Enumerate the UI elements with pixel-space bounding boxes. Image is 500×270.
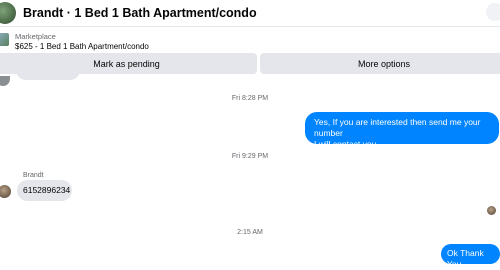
sender-avatar — [0, 76, 10, 86]
message-bubble-incoming[interactable]: 6152896234 — [17, 180, 72, 201]
message-bubble-outgoing[interactable]: Ok Thank You — [441, 244, 500, 269]
message-bubble-outgoing[interactable]: Yes, If you are interested then send me … — [305, 112, 499, 149]
header-action-button[interactable] — [486, 3, 500, 21]
read-receipt-avatar — [487, 206, 496, 215]
message-text: Yes, If you are interested then send me … — [314, 117, 481, 138]
contact-avatar[interactable] — [0, 2, 16, 24]
message-bubble-incoming[interactable] — [16, 68, 80, 80]
message-thread[interactable]: Fri 8:28 PM Yes, If you are interested t… — [0, 68, 500, 269]
sender-avatar[interactable] — [0, 185, 11, 198]
conversation-title[interactable]: Brandt · 1 Bed 1 Bath Apartment/condo — [23, 6, 257, 20]
conversation-header: Brandt · 1 Bed 1 Bath Apartment/condo — [0, 0, 500, 27]
listing-source: Marketplace — [15, 32, 56, 41]
message-timestamp: Fri 8:28 PM — [231, 95, 269, 102]
listing-summary[interactable]: Marketplace $625 - 1 Bed 1 Bath Apartmen… — [0, 30, 500, 52]
listing-title: $625 - 1 Bed 1 Bath Apartment/condo — [15, 42, 149, 51]
more-options-button[interactable]: More options — [260, 53, 500, 74]
message-text: I will contact you. — [314, 139, 379, 149]
sender-name: Brandt — [23, 172, 44, 179]
message-timestamp: 2:15 AM — [237, 229, 263, 236]
message-timestamp: Fri 9:29 PM — [231, 153, 269, 160]
listing-thumbnail — [0, 33, 9, 46]
